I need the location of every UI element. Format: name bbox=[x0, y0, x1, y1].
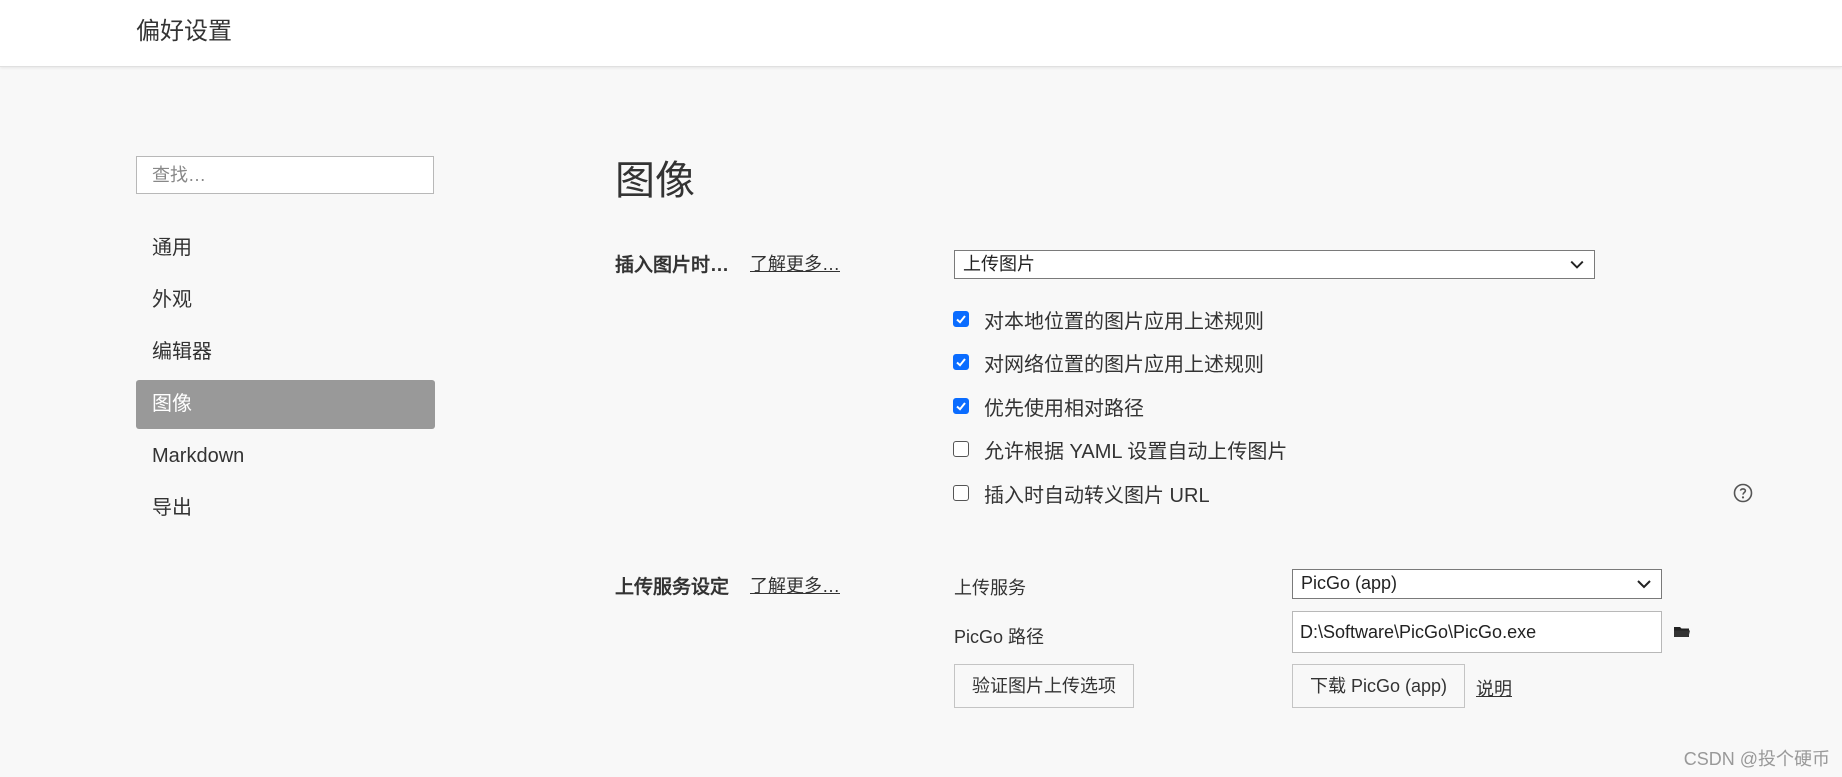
check-icon bbox=[956, 315, 966, 324]
help-icon[interactable] bbox=[1733, 483, 1753, 503]
sidebar-item-appearance[interactable]: 外观 bbox=[136, 276, 435, 325]
insert-action-value: 上传图片 bbox=[963, 254, 1035, 274]
chevron-down-icon bbox=[1637, 580, 1651, 589]
checkbox-escape-url[interactable] bbox=[953, 485, 969, 501]
upload-service-select[interactable]: PicGo (app) bbox=[1292, 569, 1662, 599]
title-bar: 偏好设置 bbox=[0, 0, 1842, 67]
sidebar-item-editor[interactable]: 编辑器 bbox=[136, 328, 435, 377]
window-title: 偏好设置 bbox=[136, 18, 232, 45]
checkbox-apply-network[interactable] bbox=[953, 354, 969, 370]
checkbox-relative-path[interactable] bbox=[953, 398, 969, 414]
search-input[interactable] bbox=[136, 156, 434, 194]
upload-service-label: 上传服务设定 bbox=[615, 577, 730, 598]
folder-icon[interactable] bbox=[1673, 624, 1691, 640]
sidebar-nav: 通用 外观 编辑器 图像 Markdown 导出 bbox=[136, 224, 435, 536]
option-relative-path[interactable]: 优先使用相对路径 bbox=[953, 393, 1144, 420]
sidebar-item-markdown[interactable]: Markdown bbox=[136, 432, 435, 481]
check-icon bbox=[956, 358, 966, 367]
watermark: CSDN @投个硬币 bbox=[1683, 749, 1830, 769]
check-icon bbox=[956, 402, 966, 411]
insert-action-select[interactable]: 上传图片 bbox=[954, 250, 1595, 279]
checkbox-apply-local[interactable] bbox=[953, 311, 969, 327]
picgo-path-label: PicGo 路径 bbox=[954, 627, 1045, 647]
option-apply-network[interactable]: 对网络位置的图片应用上述规则 bbox=[953, 349, 1264, 376]
insert-learn-more-link[interactable]: 了解更多… bbox=[750, 250, 840, 276]
download-picgo-button[interactable]: 下载 PicGo (app) bbox=[1292, 664, 1465, 708]
option-label: 对本地位置的图片应用上述规则 bbox=[984, 310, 1264, 333]
checkbox-yaml-upload[interactable] bbox=[953, 441, 969, 457]
upload-service-value: PicGo (app) bbox=[1301, 573, 1398, 593]
insert-image-label: 插入图片时… bbox=[615, 255, 730, 276]
sidebar-item-image[interactable]: 图像 bbox=[136, 380, 435, 429]
instructions-link[interactable]: 说明 bbox=[1476, 675, 1512, 701]
chevron-down-icon bbox=[1570, 260, 1584, 269]
option-escape-url[interactable]: 插入时自动转义图片 URL bbox=[953, 480, 1210, 507]
sidebar-item-general[interactable]: 通用 bbox=[136, 224, 435, 273]
option-label: 允许根据 YAML 设置自动上传图片 bbox=[984, 440, 1288, 463]
upload-learn-more-link[interactable]: 了解更多… bbox=[750, 572, 840, 598]
option-label: 插入时自动转义图片 URL bbox=[984, 484, 1210, 507]
sidebar-item-export[interactable]: 导出 bbox=[136, 484, 435, 533]
page-title: 图像 bbox=[615, 159, 695, 203]
picgo-path-input[interactable]: D:\Software\PicGo\PicGo.exe bbox=[1292, 611, 1662, 653]
option-label: 优先使用相对路径 bbox=[984, 397, 1144, 420]
option-label: 对网络位置的图片应用上述规则 bbox=[984, 353, 1264, 376]
upload-service-field-label: 上传服务 bbox=[954, 578, 1026, 598]
option-yaml-upload[interactable]: 允许根据 YAML 设置自动上传图片 bbox=[953, 436, 1288, 463]
option-apply-local[interactable]: 对本地位置的图片应用上述规则 bbox=[953, 306, 1264, 333]
verify-upload-button[interactable]: 验证图片上传选项 bbox=[954, 664, 1134, 708]
